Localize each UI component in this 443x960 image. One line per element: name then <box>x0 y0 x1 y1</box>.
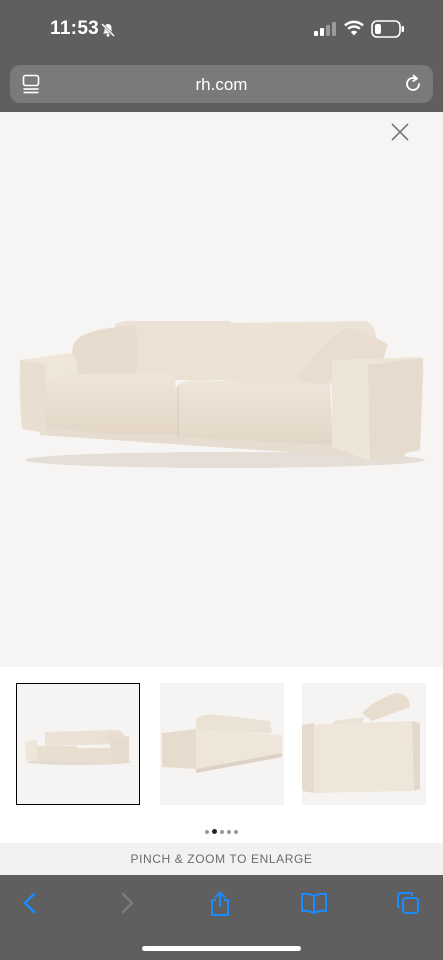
status-bar: 11:53 <box>0 0 443 60</box>
pagination-dots <box>0 821 443 839</box>
thumbnail-side[interactable] <box>302 683 426 805</box>
wifi-icon <box>344 20 364 41</box>
bell-slash-icon <box>100 22 116 43</box>
pagination-dot[interactable] <box>205 830 209 834</box>
pagination-dot-active[interactable] <box>212 829 217 834</box>
status-time: 11:53 <box>50 18 100 39</box>
url-text[interactable]: rh.com <box>10 75 433 95</box>
close-icon[interactable] <box>390 122 410 147</box>
back-icon[interactable] <box>20 891 40 920</box>
zoom-hint-bar: PINCH & ZOOM TO ENLARGE <box>0 843 443 875</box>
zoom-hint-text: PINCH & ZOOM TO ENLARGE <box>130 852 313 866</box>
battery-icon <box>371 20 405 43</box>
tabs-icon[interactable] <box>396 891 420 920</box>
address-bar[interactable]: rh.com <box>10 65 433 103</box>
signal-icon <box>314 22 336 41</box>
home-indicator <box>142 946 301 951</box>
thumbnail-strip <box>0 667 443 843</box>
reload-icon[interactable] <box>403 74 423 99</box>
pagination-dot[interactable] <box>227 830 231 834</box>
thumbnail-front[interactable] <box>16 683 140 805</box>
pagination-dot[interactable] <box>234 830 238 834</box>
sofa-main-image[interactable] <box>0 175 443 505</box>
browser-address-area: rh.com <box>0 60 443 112</box>
thumbnail-rear[interactable] <box>160 683 284 805</box>
bookmarks-icon[interactable] <box>300 891 328 920</box>
pagination-dot[interactable] <box>220 830 224 834</box>
forward-icon[interactable] <box>117 891 137 920</box>
share-icon[interactable] <box>208 891 232 922</box>
